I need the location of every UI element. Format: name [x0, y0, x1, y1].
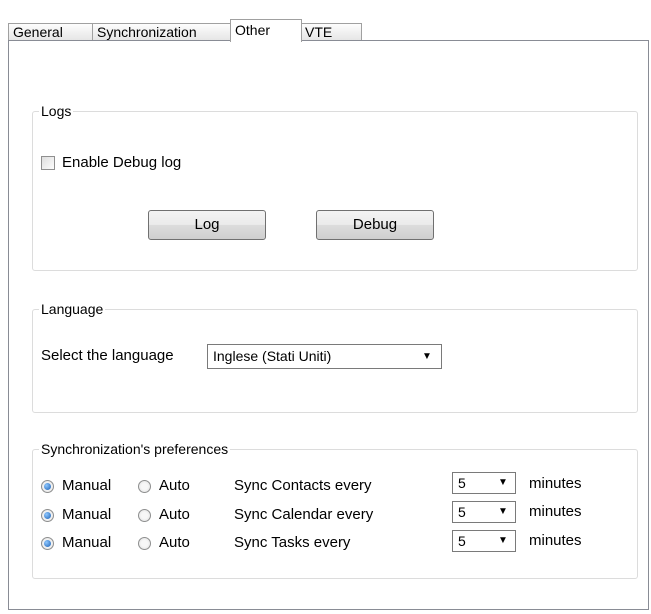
tasks-auto-radio[interactable]: [138, 537, 151, 550]
tab-panel-other: Logs Enable Debug log Log Debug Language…: [8, 40, 649, 610]
logs-group: Logs Enable Debug log Log Debug: [32, 102, 638, 271]
calendar-manual-radio[interactable]: [41, 509, 54, 522]
sync-preferences-group-title: Synchronization's preferences: [39, 440, 231, 458]
tab-vte[interactable]: VTE: [300, 23, 362, 40]
select-language-label: Select the language: [41, 347, 174, 364]
tab-other[interactable]: Other: [230, 19, 302, 42]
sync-calendar-interval-select[interactable]: 5 ▼: [452, 501, 516, 523]
tab-label: VTE: [305, 24, 333, 40]
enable-debug-label: Enable Debug log: [62, 154, 182, 171]
sync-tasks-label: Sync Tasks every: [234, 534, 351, 551]
contacts-auto-radio[interactable]: [138, 480, 151, 493]
sync-contacts-label: Sync Contacts every: [234, 477, 372, 494]
sync-contacts-interval-value: 5: [458, 475, 466, 491]
sync-contacts-minutes-label: minutes: [529, 475, 582, 492]
calendar-auto-radio[interactable]: [138, 509, 151, 522]
sync-calendar-minutes-label: minutes: [529, 503, 582, 520]
tab-label: Synchronization: [97, 24, 197, 40]
sync-tasks-interval-value: 5: [458, 533, 466, 549]
tasks-auto-label: Auto: [159, 534, 190, 551]
language-selected-value: Inglese (Stati Uniti): [213, 348, 332, 364]
sync-calendar-label: Sync Calendar every: [234, 506, 374, 523]
sync-tasks-interval-select[interactable]: 5 ▼: [452, 530, 516, 552]
logs-group-title: Logs: [39, 102, 74, 120]
debug-button[interactable]: Debug: [316, 210, 434, 240]
chevron-down-icon: ▼: [422, 351, 432, 362]
tab-strip: General Synchronization Other VTE: [0, 0, 651, 42]
tab-label: General: [13, 24, 63, 40]
log-button[interactable]: Log: [148, 210, 266, 240]
contacts-manual-radio[interactable]: [41, 480, 54, 493]
language-group: Language Select the language Inglese (St…: [32, 300, 638, 413]
chevron-down-icon: ▼: [498, 535, 508, 546]
enable-debug-checkbox[interactable]: [41, 156, 55, 170]
chevron-down-icon: ▼: [498, 477, 508, 488]
tasks-manual-radio[interactable]: [41, 537, 54, 550]
calendar-auto-label: Auto: [159, 506, 190, 523]
chevron-down-icon: ▼: [498, 506, 508, 517]
sync-calendar-interval-value: 5: [458, 504, 466, 520]
sync-preferences-group: Synchronization's preferences Manual Aut…: [32, 440, 638, 579]
language-group-title: Language: [39, 300, 106, 318]
sync-tasks-minutes-label: minutes: [529, 532, 582, 549]
tab-label: Other: [235, 22, 271, 38]
sync-contacts-interval-select[interactable]: 5 ▼: [452, 472, 516, 494]
calendar-manual-label: Manual: [62, 506, 112, 523]
contacts-auto-label: Auto: [159, 477, 190, 494]
tab-general[interactable]: General: [8, 23, 94, 40]
tasks-manual-label: Manual: [62, 534, 112, 551]
contacts-manual-label: Manual: [62, 477, 112, 494]
language-select[interactable]: Inglese (Stati Uniti) ▼: [207, 344, 442, 369]
tab-synchronization[interactable]: Synchronization: [92, 23, 232, 40]
